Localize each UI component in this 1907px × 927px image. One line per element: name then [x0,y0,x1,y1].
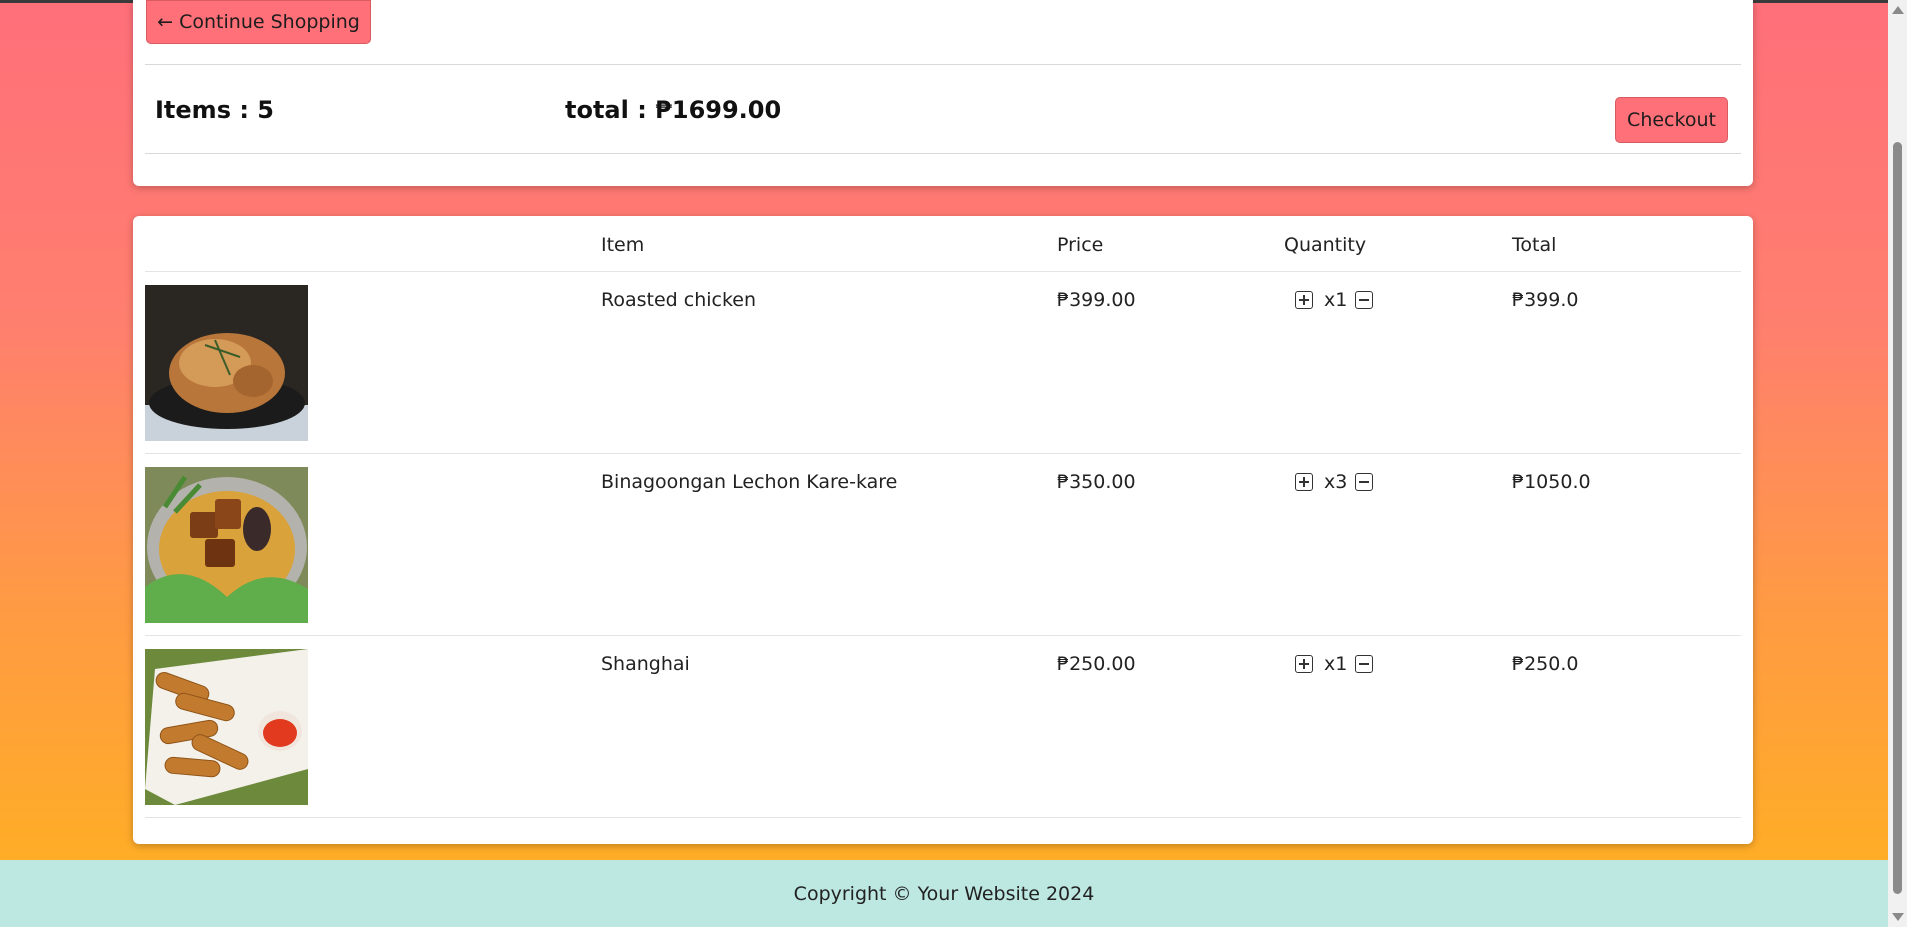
item-name: Binagoongan Lechon Kare-kare [601,471,898,493]
increase-quantity-icon[interactable] [1295,473,1313,491]
copyright-text: Copyright © Your Website 2024 [793,882,1095,905]
cart-summary-card: ← Continue Shopping Items : 5 total : ₱1… [133,0,1753,186]
kare-kare-image [145,467,308,623]
footer: Copyright © Your Website 2024 [0,860,1888,927]
item-quantity: x1 [1324,653,1348,675]
continue-shopping-button[interactable]: ← Continue Shopping [146,0,371,44]
increase-quantity-icon[interactable] [1295,291,1313,309]
decrease-quantity-icon[interactable] [1355,473,1373,491]
item-price: ₱250.00 [1057,653,1136,675]
roasted-chicken-image [145,285,308,441]
summary-divider-top [145,64,1741,65]
item-quantity: x3 [1324,471,1348,493]
increase-quantity-icon[interactable] [1295,655,1313,673]
item-price: ₱350.00 [1057,471,1136,493]
header-quantity: Quantity [1284,234,1367,256]
item-quantity: x1 [1324,289,1348,311]
item-total: ₱1050.0 [1512,471,1591,493]
item-price: ₱399.00 [1057,289,1136,311]
row-divider [145,453,1741,454]
cart-total: total : ₱1699.00 [565,96,782,124]
scrollbar-thumb[interactable] [1893,142,1902,894]
shanghai-image [145,649,308,805]
decrease-quantity-icon[interactable] [1355,291,1373,309]
item-name: Roasted chicken [601,289,757,311]
item-name: Shanghai [601,653,690,675]
scroll-up-icon[interactable] [1892,6,1904,14]
header-total: Total [1512,234,1557,256]
items-count: Items : 5 [155,96,274,124]
header-divider [145,271,1741,272]
page-scrollbar[interactable] [1888,0,1907,927]
scroll-down-icon[interactable] [1892,913,1904,921]
decrease-quantity-icon[interactable] [1355,655,1373,673]
checkout-button[interactable]: Checkout [1615,97,1728,143]
summary-divider-bottom [145,153,1741,154]
item-total: ₱399.0 [1512,289,1579,311]
header-item: Item [601,234,645,256]
item-total: ₱250.0 [1512,653,1579,675]
header-price: Price [1057,234,1104,256]
cart-table-card [133,216,1753,844]
row-divider [145,635,1741,636]
row-divider [145,817,1741,818]
